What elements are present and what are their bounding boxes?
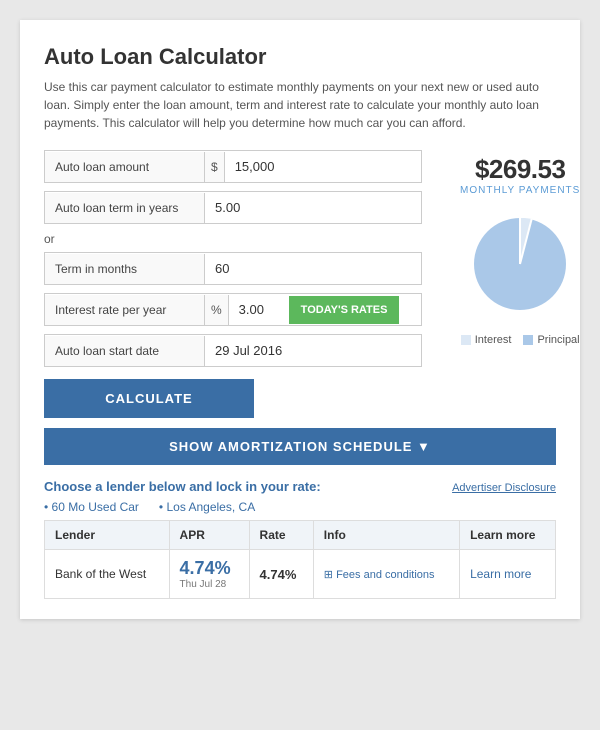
chart-section: $269.53 MONTHLY PAYMENTS <box>438 150 600 418</box>
filter-location[interactable]: Los Angeles, CA <box>159 500 255 514</box>
principal-legend: Principal <box>523 334 579 346</box>
or-text: or <box>44 232 422 246</box>
loan-amount-label: Auto loan amount <box>45 152 205 182</box>
pie-chart <box>460 204 580 324</box>
interest-rate-row: Interest rate per year % TODAY'S RATES <box>44 293 422 326</box>
chart-legend: Interest Principal <box>461 334 580 346</box>
term-years-label: Auto loan term in years <box>45 193 205 223</box>
percent-symbol: % <box>205 295 229 325</box>
term-months-input[interactable] <box>205 253 421 284</box>
start-date-label: Auto loan start date <box>45 336 205 366</box>
term-years-row: Auto loan term in years <box>44 191 422 224</box>
main-content: Auto loan amount $ Auto loan term in yea… <box>44 150 556 418</box>
monthly-label: MONTHLY PAYMENTS <box>460 185 580 196</box>
term-months-row: Term in months <box>44 252 422 285</box>
loan-amount-row: Auto loan amount $ <box>44 150 422 183</box>
interest-label: Interest <box>475 334 512 346</box>
col-rate: Rate <box>249 521 313 550</box>
start-date-row: Auto loan start date <box>44 334 422 367</box>
currency-symbol: $ <box>205 152 225 182</box>
table-header-row: Lender APR Rate Info Learn more <box>45 521 556 550</box>
monthly-amount: $269.53 <box>475 154 565 185</box>
principal-label: Principal <box>537 334 579 346</box>
calculator-card: Auto Loan Calculator Use this car paymen… <box>20 20 580 619</box>
col-info: Info <box>313 521 459 550</box>
page-title: Auto Loan Calculator <box>44 44 556 70</box>
lender-learn-more[interactable]: Learn more <box>460 550 556 599</box>
table-row: Bank of the West 4.74% Thu Jul 28 4.74% … <box>45 550 556 599</box>
loan-amount-input[interactable] <box>225 151 421 182</box>
col-lender: Lender <box>45 521 170 550</box>
page-description: Use this car payment calculator to estim… <box>44 78 556 132</box>
term-months-label: Term in months <box>45 254 205 284</box>
principal-dot <box>523 335 533 345</box>
today-rates-button[interactable]: TODAY'S RATES <box>289 296 400 324</box>
lender-section: Choose a lender below and lock in your r… <box>44 479 556 599</box>
interest-rate-label: Interest rate per year <box>45 295 205 325</box>
calculate-button[interactable]: CALCULATE <box>44 379 254 418</box>
col-learn: Learn more <box>460 521 556 550</box>
col-apr: APR <box>169 521 249 550</box>
lender-table: Lender APR Rate Info Learn more Bank of … <box>44 520 556 599</box>
lender-fees: Fees and conditions <box>313 550 459 599</box>
lender-section-title: Choose a lender below and lock in your r… <box>44 479 321 494</box>
advertiser-disclosure-link[interactable]: Advertiser Disclosure <box>452 482 556 494</box>
interest-dot <box>461 335 471 345</box>
interest-rate-input[interactable] <box>229 294 289 325</box>
term-years-input[interactable] <box>205 192 421 223</box>
filter-car[interactable]: 60 Mo Used Car <box>44 500 139 514</box>
amortization-button[interactable]: SHOW AMORTIZATION SCHEDULE ▼ <box>44 428 556 465</box>
form-section: Auto loan amount $ Auto loan term in yea… <box>44 150 422 418</box>
lender-rate: 4.74% <box>249 550 313 599</box>
lender-apr: 4.74% Thu Jul 28 <box>169 550 249 599</box>
interest-legend: Interest <box>461 334 512 346</box>
filter-row: 60 Mo Used Car Los Angeles, CA <box>44 500 556 514</box>
lender-name: Bank of the West <box>45 550 170 599</box>
start-date-input[interactable] <box>205 335 421 366</box>
lender-header-row: Choose a lender below and lock in your r… <box>44 479 556 494</box>
